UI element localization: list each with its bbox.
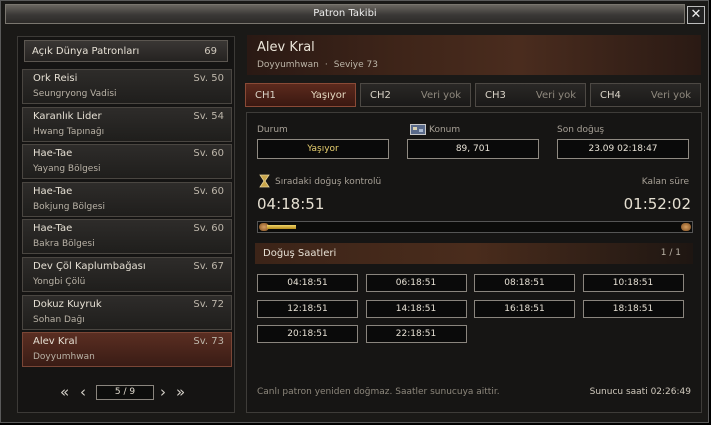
close-icon: ✕ [690, 7, 702, 22]
boss-list-item-zone: Yongbi Çölü [33, 277, 86, 287]
spawn-times-header: Doğuş Saatleri 1 / 1 [255, 243, 693, 264]
hourglass-icon [259, 174, 270, 188]
spawn-time-slot: 22:18:51 [365, 325, 467, 343]
tab-label: CH2 [370, 90, 391, 101]
tab-label: CH3 [485, 90, 506, 101]
boss-list-item-level: Sv. 60 [193, 223, 224, 235]
boss-list-item-level: Sv. 72 [193, 298, 224, 310]
boss-list-item-zone: Sohan Dağı [33, 314, 85, 325]
channel-tabs: CH1 Yaşıyor CH2 Veri yok CH3 Veri yok CH4 Veri … [245, 83, 703, 107]
separator: · [324, 60, 328, 70]
pager: « ‹ 5 / 9 › » [18, 383, 234, 403]
tab-ch2[interactable]: CH2 Veri yok [360, 83, 471, 107]
tab-status: Yaşıyor [311, 90, 346, 101]
tab-ch4[interactable]: CH4 Veri yok [590, 83, 701, 107]
boss-list-item-level: Sv. 54 [193, 110, 224, 122]
spawn-times-page: 1 / 1 [660, 248, 681, 258]
boss-zone: Doyyumhwan [257, 60, 319, 70]
boss-list-item-name: Ork Reisi [33, 73, 78, 84]
map-icon [410, 124, 426, 135]
footer-note: Canlı patron yeniden doğmaz. Saatler sun… [257, 387, 500, 397]
boss-level: Seviye 73 [333, 60, 378, 70]
spawn-times-title: Doğuş Saatleri [263, 248, 337, 259]
boss-list-item[interactable]: Hae-Tae Sv. 60 Yayang Bölgesi [22, 144, 232, 180]
boss-list-item-zone: Hwang Tapınağı [33, 126, 105, 137]
boss-list-item-zone: Bokjung Bölgesi [33, 201, 105, 212]
boss-list-item-name: Hae-Tae [33, 223, 73, 235]
first-page-button[interactable]: « [60, 384, 69, 400]
spawn-progress-bar [257, 221, 693, 233]
boss-list-item-zone: Yayang Bölgesi [33, 164, 101, 175]
spawn-time-slot: 10:18:51 [582, 274, 684, 292]
spawn-time-slot: 06:18:51 [365, 274, 467, 292]
spawn-time-slot: 04:18:51 [257, 274, 358, 292]
prev-page-button[interactable]: ‹ [80, 384, 86, 400]
spawn-time-slot: 08:18:51 [474, 274, 575, 292]
tab-label: CH4 [600, 90, 621, 101]
page-indicator: 5 / 9 [96, 385, 154, 400]
boss-list-item[interactable]: Dokuz Kuyruk Sv. 72 Sohan Dağı [22, 294, 232, 330]
location-value: 89, 701 [407, 139, 539, 159]
spawn-time-slot: 18:18:51 [582, 299, 684, 318]
close-button[interactable]: ✕ [687, 6, 705, 24]
detail-panel: Durum Yaşıyor Konum 89, 701 Son doğuş 23… [246, 112, 702, 413]
spawn-progress-fill [267, 225, 297, 229]
boss-list-item-level: Sv. 60 [193, 148, 224, 160]
boss-list-item-level: Sv. 50 [193, 73, 224, 84]
spawn-time-slot: 12:18:51 [257, 299, 358, 318]
next-check-label: Sıradaki doğuş kontrolü [275, 177, 382, 187]
boss-header: Alev Kral Doyyumhwan · Seviye 73 [247, 35, 701, 75]
list-header-count: 69 [204, 46, 217, 57]
next-page-button[interactable]: › [160, 384, 166, 400]
boss-list-item[interactable]: Dev Çöl Kaplumbağası Sv. 67 Yongbi Çölü [22, 257, 232, 292]
tab-ch3[interactable]: CH3 Veri yok [475, 83, 586, 107]
last-spawn-label: Son doğuş [557, 125, 605, 135]
boss-list-item-name: Alev Kral [33, 336, 78, 348]
next-check-time: 04:18:51 [257, 195, 325, 213]
bar-cap-right [681, 223, 691, 231]
boss-list-item[interactable]: Hae-Tae Sv. 60 Bokjung Bölgesi [22, 181, 232, 217]
boss-list-item-name: Hae-Tae [33, 148, 73, 160]
boss-list-item-zone: Doyyumhwan [33, 352, 95, 363]
status-value: Yaşıyor [257, 139, 389, 159]
remaining-time: 01:52:02 [623, 195, 691, 213]
boss-list-item-name: Karanlık Lider [33, 110, 102, 122]
server-time: Sunucu saati 02:26:49 [589, 387, 691, 397]
boss-tracker-window: Patron Takibi ✕ Açık Dünya Patronları 69… [0, 0, 709, 423]
tab-status: Veri yok [650, 90, 691, 101]
window-title: Patron Takibi [313, 8, 377, 19]
list-header[interactable]: Açık Dünya Patronları 69 [24, 40, 228, 62]
boss-list-item[interactable]: Ork Reisi Sv. 50 Seungryong Vadisi [22, 69, 232, 104]
boss-list-item-level: Sv. 60 [193, 185, 224, 197]
spawn-time-slot: 20:18:51 [257, 325, 358, 343]
last-page-button[interactable]: » [176, 384, 185, 400]
location-label: Konum [429, 125, 461, 135]
boss-list-item-zone: Seungryong Vadisi [33, 89, 117, 99]
tab-ch1[interactable]: CH1 Yaşıyor [245, 83, 356, 107]
boss-list-item-name: Dokuz Kuyruk [33, 298, 102, 310]
boss-list-item[interactable]: Karanlık Lider Sv. 54 Hwang Tapınağı [22, 106, 232, 142]
list-header-label: Açık Dünya Patronları [32, 46, 140, 57]
tab-label: CH1 [255, 90, 276, 101]
boss-subtitle: Doyyumhwan · Seviye 73 [257, 60, 378, 70]
remaining-label: Kalan süre [641, 177, 689, 187]
status-label: Durum [257, 125, 288, 135]
tab-status: Veri yok [535, 90, 576, 101]
title-bar[interactable]: Patron Takibi [5, 4, 685, 24]
boss-list-item-level: Sv. 67 [193, 261, 224, 272]
tab-status: Veri yok [420, 90, 461, 101]
boss-list-panel: Açık Dünya Patronları 69 Ork Reisi Sv. 50… [17, 36, 235, 413]
boss-list-item[interactable]: Hae-Tae Sv. 60 Bakra Bölgesi [22, 219, 232, 255]
boss-list-item-name: Dev Çöl Kaplumbağası [33, 261, 146, 272]
boss-list-item-zone: Bakra Bölgesi [33, 239, 95, 250]
boss-list-item-name: Hae-Tae [33, 185, 73, 197]
boss-list-item[interactable]: Alev Kral Sv. 73 Doyyumhwan [22, 332, 232, 368]
boss-name: Alev Kral [257, 40, 315, 55]
boss-list-item-level: Sv. 73 [193, 336, 224, 348]
spawn-time-slot: 14:18:51 [365, 299, 467, 318]
spawn-time-slot: 16:18:51 [474, 299, 575, 318]
last-spawn-value: 23.09 02:18:47 [557, 139, 689, 159]
